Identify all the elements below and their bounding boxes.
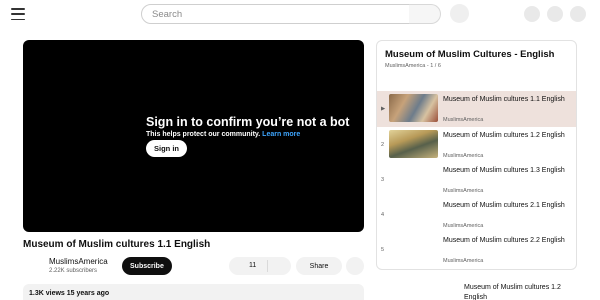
playlist-item[interactable]: 3 Museum of Muslim cultures 1.3 English …	[377, 162, 576, 198]
sign-in-button[interactable]: Sign in	[146, 140, 187, 157]
like-count[interactable]: 11	[249, 262, 256, 269]
description-box[interactable]: 1.3K views 15 years ago	[23, 284, 364, 300]
video-player[interactable]: Sign in to confirm you’re not a bot This…	[23, 40, 364, 232]
more-actions-button[interactable]	[346, 257, 364, 275]
recommended-video-title[interactable]: Museum of Muslim cultures 1.2 English	[464, 283, 584, 300]
playlist-item-title[interactable]: Museum of Muslim cultures 1.2 English	[443, 132, 573, 141]
playlist-panel: Museum of Muslim Cultures - English Musl…	[376, 40, 577, 270]
subscribe-button[interactable]: Subscribe	[122, 257, 172, 275]
channel-name[interactable]: MuslimsAmerica	[49, 257, 108, 266]
playlist-item-channel: MuslimsAmerica	[443, 258, 484, 264]
playlist-item[interactable]: 5 Museum of Muslim cultures 2.2 English …	[377, 232, 576, 268]
playlist-item-channel: MuslimsAmerica	[443, 153, 484, 159]
account-avatar[interactable]	[570, 6, 586, 22]
video-title: Museum of Muslim cultures 1.1 English	[23, 239, 211, 250]
playlist-title[interactable]: Museum of Muslim Cultures - English	[385, 49, 554, 60]
playlist-item-index: 2	[381, 142, 385, 148]
playlist-item[interactable]: ▶ Museum of Muslim cultures 1.1 English …	[377, 91, 576, 127]
hamburger-menu-icon[interactable]	[11, 8, 25, 20]
playlist-item-title[interactable]: Museum of Muslim cultures 2.2 English	[443, 237, 573, 246]
search-button[interactable]	[409, 4, 441, 24]
voice-search-button[interactable]	[450, 4, 469, 23]
channel-avatar[interactable]	[23, 257, 43, 277]
playlist-item-index: 3	[381, 177, 385, 183]
like-dislike-control[interactable]: 11	[229, 257, 291, 275]
now-playing-icon: ▶	[381, 106, 386, 112]
playlist-item[interactable]: 4 Museum of Muslim cultures 2.1 English …	[377, 197, 576, 233]
subscriber-count: 2.22K subscribers	[49, 268, 98, 274]
playlist-item-title[interactable]: Museum of Muslim cultures 1.3 English	[443, 167, 573, 176]
playlist-item-channel: MuslimsAmerica	[443, 117, 484, 123]
playlist-item-title[interactable]: Museum of Muslim cultures 1.1 English	[443, 96, 573, 105]
playlist-item-channel: MuslimsAmerica	[443, 188, 484, 194]
playlist-item-channel: MuslimsAmerica	[443, 223, 484, 229]
playlist-item-index: 5	[381, 247, 385, 253]
share-button[interactable]: Share	[296, 257, 342, 275]
like-divider	[267, 260, 268, 272]
video-thumbnail[interactable]	[389, 94, 438, 122]
bot-check-subtitle: This helps protect our community. Learn …	[146, 131, 300, 138]
views-and-date: 1.3K views 15 years ago	[29, 290, 110, 297]
playlist-item-index: 4	[381, 212, 385, 218]
learn-more-link[interactable]: Learn more	[262, 131, 300, 138]
playlist-item-title[interactable]: Museum of Muslim cultures 2.1 English	[443, 202, 573, 211]
video-thumbnail[interactable]	[389, 130, 438, 158]
playlist-item[interactable]: 2 Museum of Muslim cultures 1.2 English …	[377, 127, 576, 163]
playlist-meta: MuslimsAmerica - 1 / 6	[385, 63, 441, 69]
search-input[interactable]	[141, 4, 410, 24]
notifications-button[interactable]	[547, 6, 563, 22]
create-button[interactable]	[524, 6, 540, 22]
bot-check-message: This helps protect our community.	[146, 131, 261, 138]
bot-check-title: Sign in to confirm you’re not a bot	[146, 115, 350, 129]
